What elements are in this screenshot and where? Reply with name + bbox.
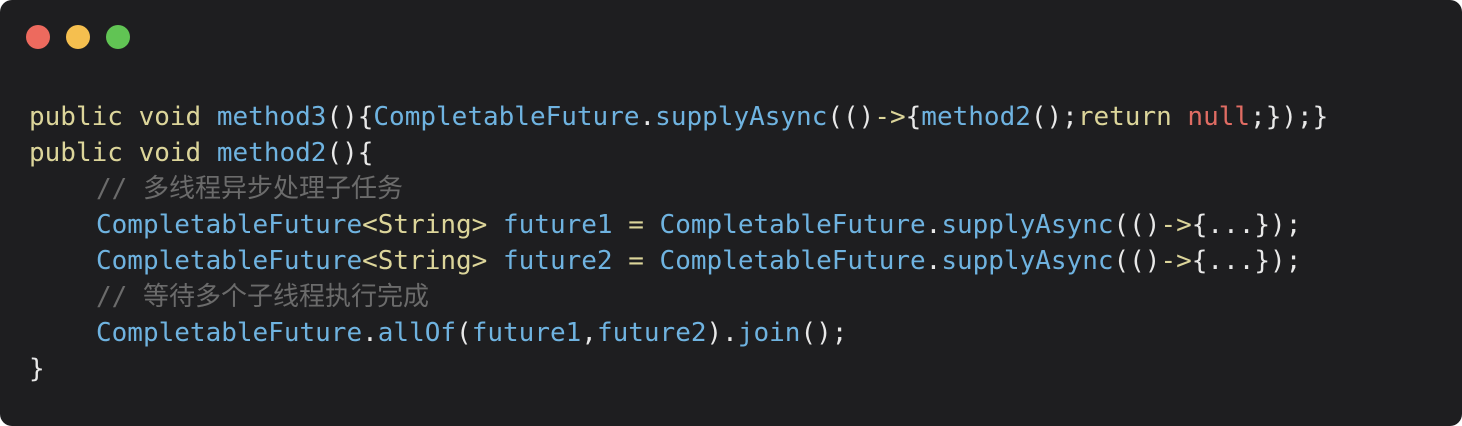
code-token-punct: (){	[326, 138, 374, 168]
code-token-method: future1	[503, 210, 613, 240]
code-token-punct: (()	[1113, 246, 1161, 276]
code-token-method: CompletableFuture	[373, 102, 640, 132]
code-token-operator: =	[628, 246, 644, 276]
code-token-method: CompletableFuture	[96, 318, 363, 348]
code-token-punct: (()	[827, 102, 875, 132]
code-token-punct: .	[639, 102, 656, 132]
code-line: // 多线程异步处理子任务	[29, 171, 1328, 207]
code-token-method: CompletableFuture	[659, 210, 926, 240]
code-token-method: allOf	[377, 318, 457, 348]
code-token-punct: }	[29, 354, 45, 384]
code-token-punct: ,	[581, 318, 597, 348]
code-token-punct: .	[925, 246, 942, 276]
code-token-punct: {	[905, 102, 922, 132]
code-token-punct: ()	[326, 102, 358, 132]
code-window: public void method3(){CompletableFuture.…	[0, 0, 1462, 426]
code-token-keyword: return	[1077, 102, 1172, 132]
code-token-punct: .	[362, 318, 378, 348]
code-token-method: method3	[216, 102, 327, 132]
code-token-punct: .	[925, 210, 942, 240]
code-line: public void method3(){CompletableFuture.…	[29, 99, 1328, 135]
code-token-keyword: public	[29, 138, 123, 168]
minimize-window-button[interactable]	[66, 25, 90, 49]
code-token-method: method2	[921, 102, 1031, 132]
code-token-method: join	[737, 318, 801, 348]
zoom-window-button[interactable]	[106, 25, 130, 49]
code-token-method: future2	[503, 246, 613, 276]
code-token-punct: (()	[1113, 210, 1161, 240]
code-line: CompletableFuture<String> future2 = Comp…	[29, 243, 1328, 279]
code-token-punct: ();	[800, 318, 848, 348]
code-line: public void method2(){	[29, 135, 1328, 171]
code-token-comment: // 多线程异步处理子任务	[96, 174, 403, 204]
code-token-operator: =	[628, 210, 644, 240]
code-token-method: CompletableFuture	[659, 246, 926, 276]
code-token-method: supplyAsync	[655, 102, 828, 132]
code-line: // 等待多个子线程执行完成	[29, 279, 1328, 315]
window-titlebar	[0, 0, 1462, 70]
code-token-method: future2	[596, 318, 707, 348]
code-line: }	[29, 351, 1328, 387]
code-line: CompletableFuture.allOf(future1,future2)…	[29, 315, 1328, 351]
code-token-punct: {...});	[1191, 246, 1302, 276]
code-token-punct: ).	[706, 318, 738, 348]
close-window-button[interactable]	[26, 25, 50, 49]
code-token-operator: ->	[874, 102, 906, 132]
code-token-keyword: void	[138, 138, 202, 168]
code-token-punct: ;});}	[1250, 102, 1329, 132]
code-token-type: <String>	[362, 246, 488, 276]
code-token-method: method2	[216, 138, 327, 168]
code-block: public void method3(){CompletableFuture.…	[29, 99, 1328, 387]
code-token-punct: ();	[1030, 102, 1078, 132]
code-token-punct: {...});	[1191, 210, 1302, 240]
code-token-keyword: public	[29, 102, 123, 132]
code-token-method: supplyAsync	[941, 246, 1114, 276]
code-token-comment: // 等待多个子线程执行完成	[96, 282, 429, 312]
code-token-keyword: void	[138, 102, 202, 132]
code-token-operator: ->	[1160, 210, 1192, 240]
code-token-null: null	[1187, 102, 1251, 132]
code-token-method: future1	[471, 318, 582, 348]
code-token-operator: ->	[1160, 246, 1192, 276]
code-line: CompletableFuture<String> future1 = Comp…	[29, 207, 1328, 243]
code-token-method: CompletableFuture	[96, 210, 363, 240]
code-token-type: <String>	[362, 210, 488, 240]
code-token-method: CompletableFuture	[96, 246, 363, 276]
code-token-method: supplyAsync	[941, 210, 1114, 240]
code-token-punct: {	[357, 102, 374, 132]
code-token-punct: (	[456, 318, 472, 348]
